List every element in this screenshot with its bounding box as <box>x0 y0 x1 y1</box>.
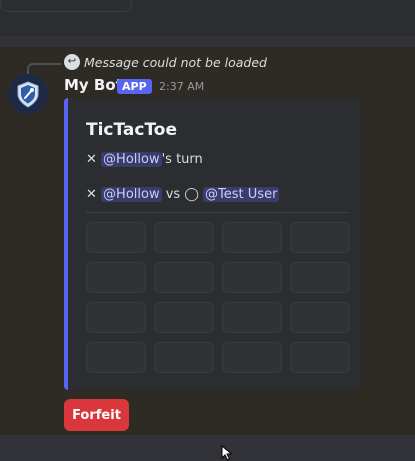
board-cell[interactable] <box>222 222 282 253</box>
app-badge: APP <box>117 79 152 94</box>
embed-title: TicTacToe <box>86 120 178 140</box>
message-timestamp[interactable]: 2:37 AM <box>159 80 204 93</box>
board-cell[interactable] <box>86 302 146 333</box>
versus-text: vs <box>165 187 181 202</box>
x-symbol-icon: ✕ <box>86 152 97 167</box>
board-cell[interactable] <box>290 222 350 253</box>
divider <box>86 212 349 213</box>
board-cell[interactable] <box>154 302 214 333</box>
user-mention[interactable]: @Hollow <box>101 152 162 167</box>
board-cell[interactable] <box>222 342 282 373</box>
user-mention[interactable]: @Hollow <box>101 187 162 202</box>
game-embed: TicTacToe ✕ @Hollow's turn ✕ @Hollow vs … <box>64 98 361 390</box>
next-message-area <box>0 435 415 459</box>
turn-suffix: 's turn <box>161 152 203 167</box>
board-cell[interactable] <box>154 342 214 373</box>
user-mention[interactable]: @Test User <box>203 187 280 202</box>
players-line: ✕ @Hollow vs ◯ @Test User <box>86 187 280 202</box>
board-cell[interactable] <box>222 262 282 293</box>
o-symbol-icon: ◯ <box>184 187 199 202</box>
board-cell[interactable] <box>290 302 350 333</box>
board-cell[interactable] <box>290 262 350 293</box>
board-cell[interactable] <box>290 342 350 373</box>
reply-unavailable-text[interactable]: Message could not be loaded <box>84 55 267 70</box>
forfeit-button[interactable]: Forfeit <box>64 399 129 431</box>
previous-message-area <box>0 0 415 36</box>
x-symbol-icon: ✕ <box>86 187 97 202</box>
shield-icon <box>8 74 48 114</box>
board-cell[interactable] <box>154 262 214 293</box>
board-cell[interactable] <box>86 342 146 373</box>
board-cell[interactable] <box>86 222 146 253</box>
bot-username[interactable]: My Bot <box>64 76 123 94</box>
reply-spine <box>27 63 61 75</box>
turn-line: ✕ @Hollow's turn <box>86 152 203 167</box>
bot-avatar[interactable] <box>8 74 48 114</box>
game-board <box>86 222 350 373</box>
board-cell[interactable] <box>222 302 282 333</box>
reply-arrow-icon: ↩ <box>64 54 80 70</box>
board-cell[interactable] <box>154 222 214 253</box>
previous-message-element <box>0 0 132 12</box>
board-cell[interactable] <box>86 262 146 293</box>
